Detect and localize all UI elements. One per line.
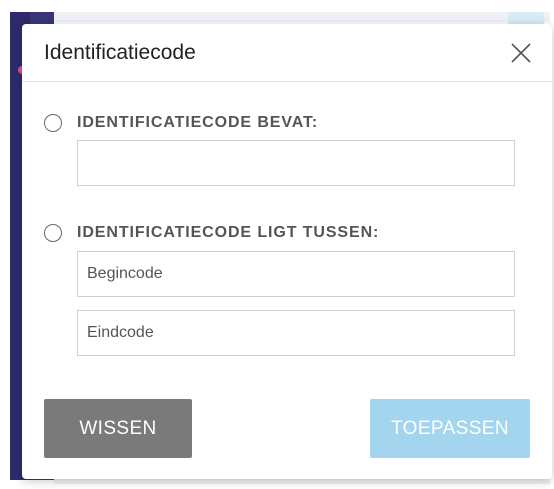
background-content-top	[54, 12, 550, 22]
option-code-contains-label: IDENTIFICATIECODE BEVAT:	[77, 114, 319, 131]
start-code-input[interactable]	[77, 251, 515, 297]
option-code-between-label: IDENTIFICATIECODE LIGT TUSSEN:	[77, 224, 380, 241]
code-contains-input[interactable]	[77, 140, 515, 186]
dialog-title: Identificatiecode	[44, 41, 196, 64]
radio-code-between[interactable]	[44, 224, 62, 242]
close-icon[interactable]	[511, 43, 531, 63]
end-code-input[interactable]	[77, 310, 515, 356]
option-code-between[interactable]: IDENTIFICATIECODE LIGT TUSSEN:	[44, 224, 379, 242]
dialog-header: Identificatiecode	[22, 24, 552, 82]
radio-code-contains[interactable]	[44, 114, 62, 132]
identification-code-dialog: Identificatiecode IDENTIFICATIECODE BEVA…	[22, 24, 552, 479]
option-code-contains[interactable]: IDENTIFICATIECODE BEVAT:	[44, 114, 318, 132]
apply-button[interactable]: TOEPASSEN	[370, 399, 530, 458]
clear-button[interactable]: WISSEN	[44, 399, 192, 458]
